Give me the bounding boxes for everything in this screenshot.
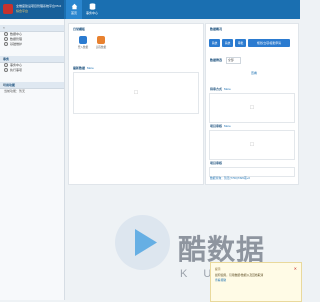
review-box: ☐ bbox=[209, 93, 295, 123]
monthly-title: 项目审核 bbox=[210, 161, 223, 165]
app-title: 全维度建设项目管理系统平台V5.0 bbox=[16, 4, 62, 8]
overview-button-2[interactable]: 系统 bbox=[222, 39, 233, 47]
login-icon bbox=[79, 36, 87, 44]
top-bar: 全维度建设项目管理系统平台V5.0 综合平台 首页 事务中心 bbox=[0, 0, 300, 19]
bullet-icon bbox=[4, 42, 8, 47]
empty-placeholder-icon: ☐ bbox=[249, 142, 255, 148]
review-title: 待审方式 More bbox=[210, 87, 231, 91]
quick-item-login-data[interactable]: 登入数据 bbox=[77, 36, 89, 49]
sidebar-section-head-functions[interactable]: 可用功能 ˄ bbox=[0, 82, 64, 89]
chevron-up-icon: ˄ bbox=[3, 83, 5, 87]
sidebar-functions-note: 当前功能：暂无 bbox=[4, 89, 26, 93]
main-right-panel: 数据概况 系统 系统 审批 规划/立项/报批申请 数据筛选 全部 查看 待审方式… bbox=[205, 23, 299, 185]
empty-placeholder-icon: ☐ bbox=[249, 105, 255, 111]
filter-view-link[interactable]: 查看 bbox=[251, 71, 257, 75]
overview-button-1[interactable]: 系统 bbox=[209, 39, 220, 47]
bullet-icon bbox=[4, 68, 8, 73]
nav-home[interactable]: 首页 bbox=[66, 0, 82, 19]
sidebar-item-execute[interactable]: 执行事项 bbox=[0, 68, 64, 73]
bullet-icon bbox=[4, 37, 8, 42]
nav-home-label: 首页 bbox=[70, 11, 77, 15]
database-icon bbox=[89, 3, 95, 10]
chevron-up-icon: ˄ bbox=[3, 57, 5, 61]
document-icon bbox=[97, 36, 105, 44]
project-review-box: ☐ bbox=[209, 130, 295, 160]
overview-button-3[interactable]: 审批 bbox=[235, 39, 246, 47]
recent-data-title: 最新数据 More bbox=[73, 66, 94, 70]
main-left-panel: 日常模板 登入数据 远程数据 最新数据 More ☐ bbox=[68, 23, 204, 185]
play-icon bbox=[135, 229, 157, 256]
recent-data-box: ☐ bbox=[73, 72, 199, 114]
close-icon[interactable]: ✕ bbox=[294, 266, 297, 271]
quick-item-remote-data[interactable]: 远程数据 bbox=[95, 36, 107, 49]
recent-more-link[interactable]: More bbox=[87, 66, 94, 70]
data-overview-title: 数据概况 bbox=[210, 27, 223, 31]
home-icon bbox=[71, 3, 77, 10]
popup-message: 如何使用，引用数据/数据以及回档取消 bbox=[215, 273, 264, 277]
review-more-link[interactable]: More bbox=[224, 87, 231, 91]
sidebar: ˄ 数据中心 数据管理 基础维护 事务 ˄ 事务中心 执行事项 可用功能 ˄ 当前功… bbox=[0, 19, 65, 300]
notification-popup: 提示 ✕ 如何使用，引用数据/数据以及回档取消 查看帮助 bbox=[210, 262, 302, 302]
project-review-title: 项目审核 More bbox=[210, 124, 231, 128]
sidebar-section-head[interactable]: ˄ bbox=[0, 25, 64, 32]
filter-label: 数据筛选 bbox=[210, 58, 223, 62]
project-more-link[interactable]: More bbox=[224, 124, 231, 128]
brand[interactable]: 全维度建设项目管理系统平台V5.0 综合平台 bbox=[0, 0, 64, 19]
empty-placeholder-icon: ☐ bbox=[133, 90, 139, 96]
filter-select[interactable]: 全部 bbox=[226, 57, 241, 64]
sidebar-item-basic-maintain[interactable]: 基础维护 bbox=[0, 42, 64, 47]
bullet-icon bbox=[4, 32, 8, 37]
app-subtitle: 综合平台 bbox=[16, 9, 29, 13]
nav-business-center[interactable]: 事务中心 bbox=[84, 0, 100, 19]
chevron-up-icon: ˄ bbox=[3, 26, 5, 30]
quick-templates-title: 日常模板 bbox=[73, 27, 86, 31]
overview-button-4[interactable]: 规划/立项/报批申请 bbox=[248, 39, 290, 47]
sidebar-section-head-affairs[interactable]: 事务 ˄ bbox=[0, 56, 64, 63]
popup-title: 提示 bbox=[215, 267, 221, 271]
nav-business-label: 事务中心 bbox=[85, 11, 98, 15]
app-logo-icon bbox=[3, 4, 13, 14]
watermark-play-icon bbox=[115, 215, 170, 270]
popup-help-link[interactable]: 查看帮助 bbox=[215, 278, 226, 282]
bullet-icon bbox=[4, 63, 8, 68]
data-query-note: 数据查询：暂无(7700)7/8/0项+0 bbox=[210, 176, 250, 180]
